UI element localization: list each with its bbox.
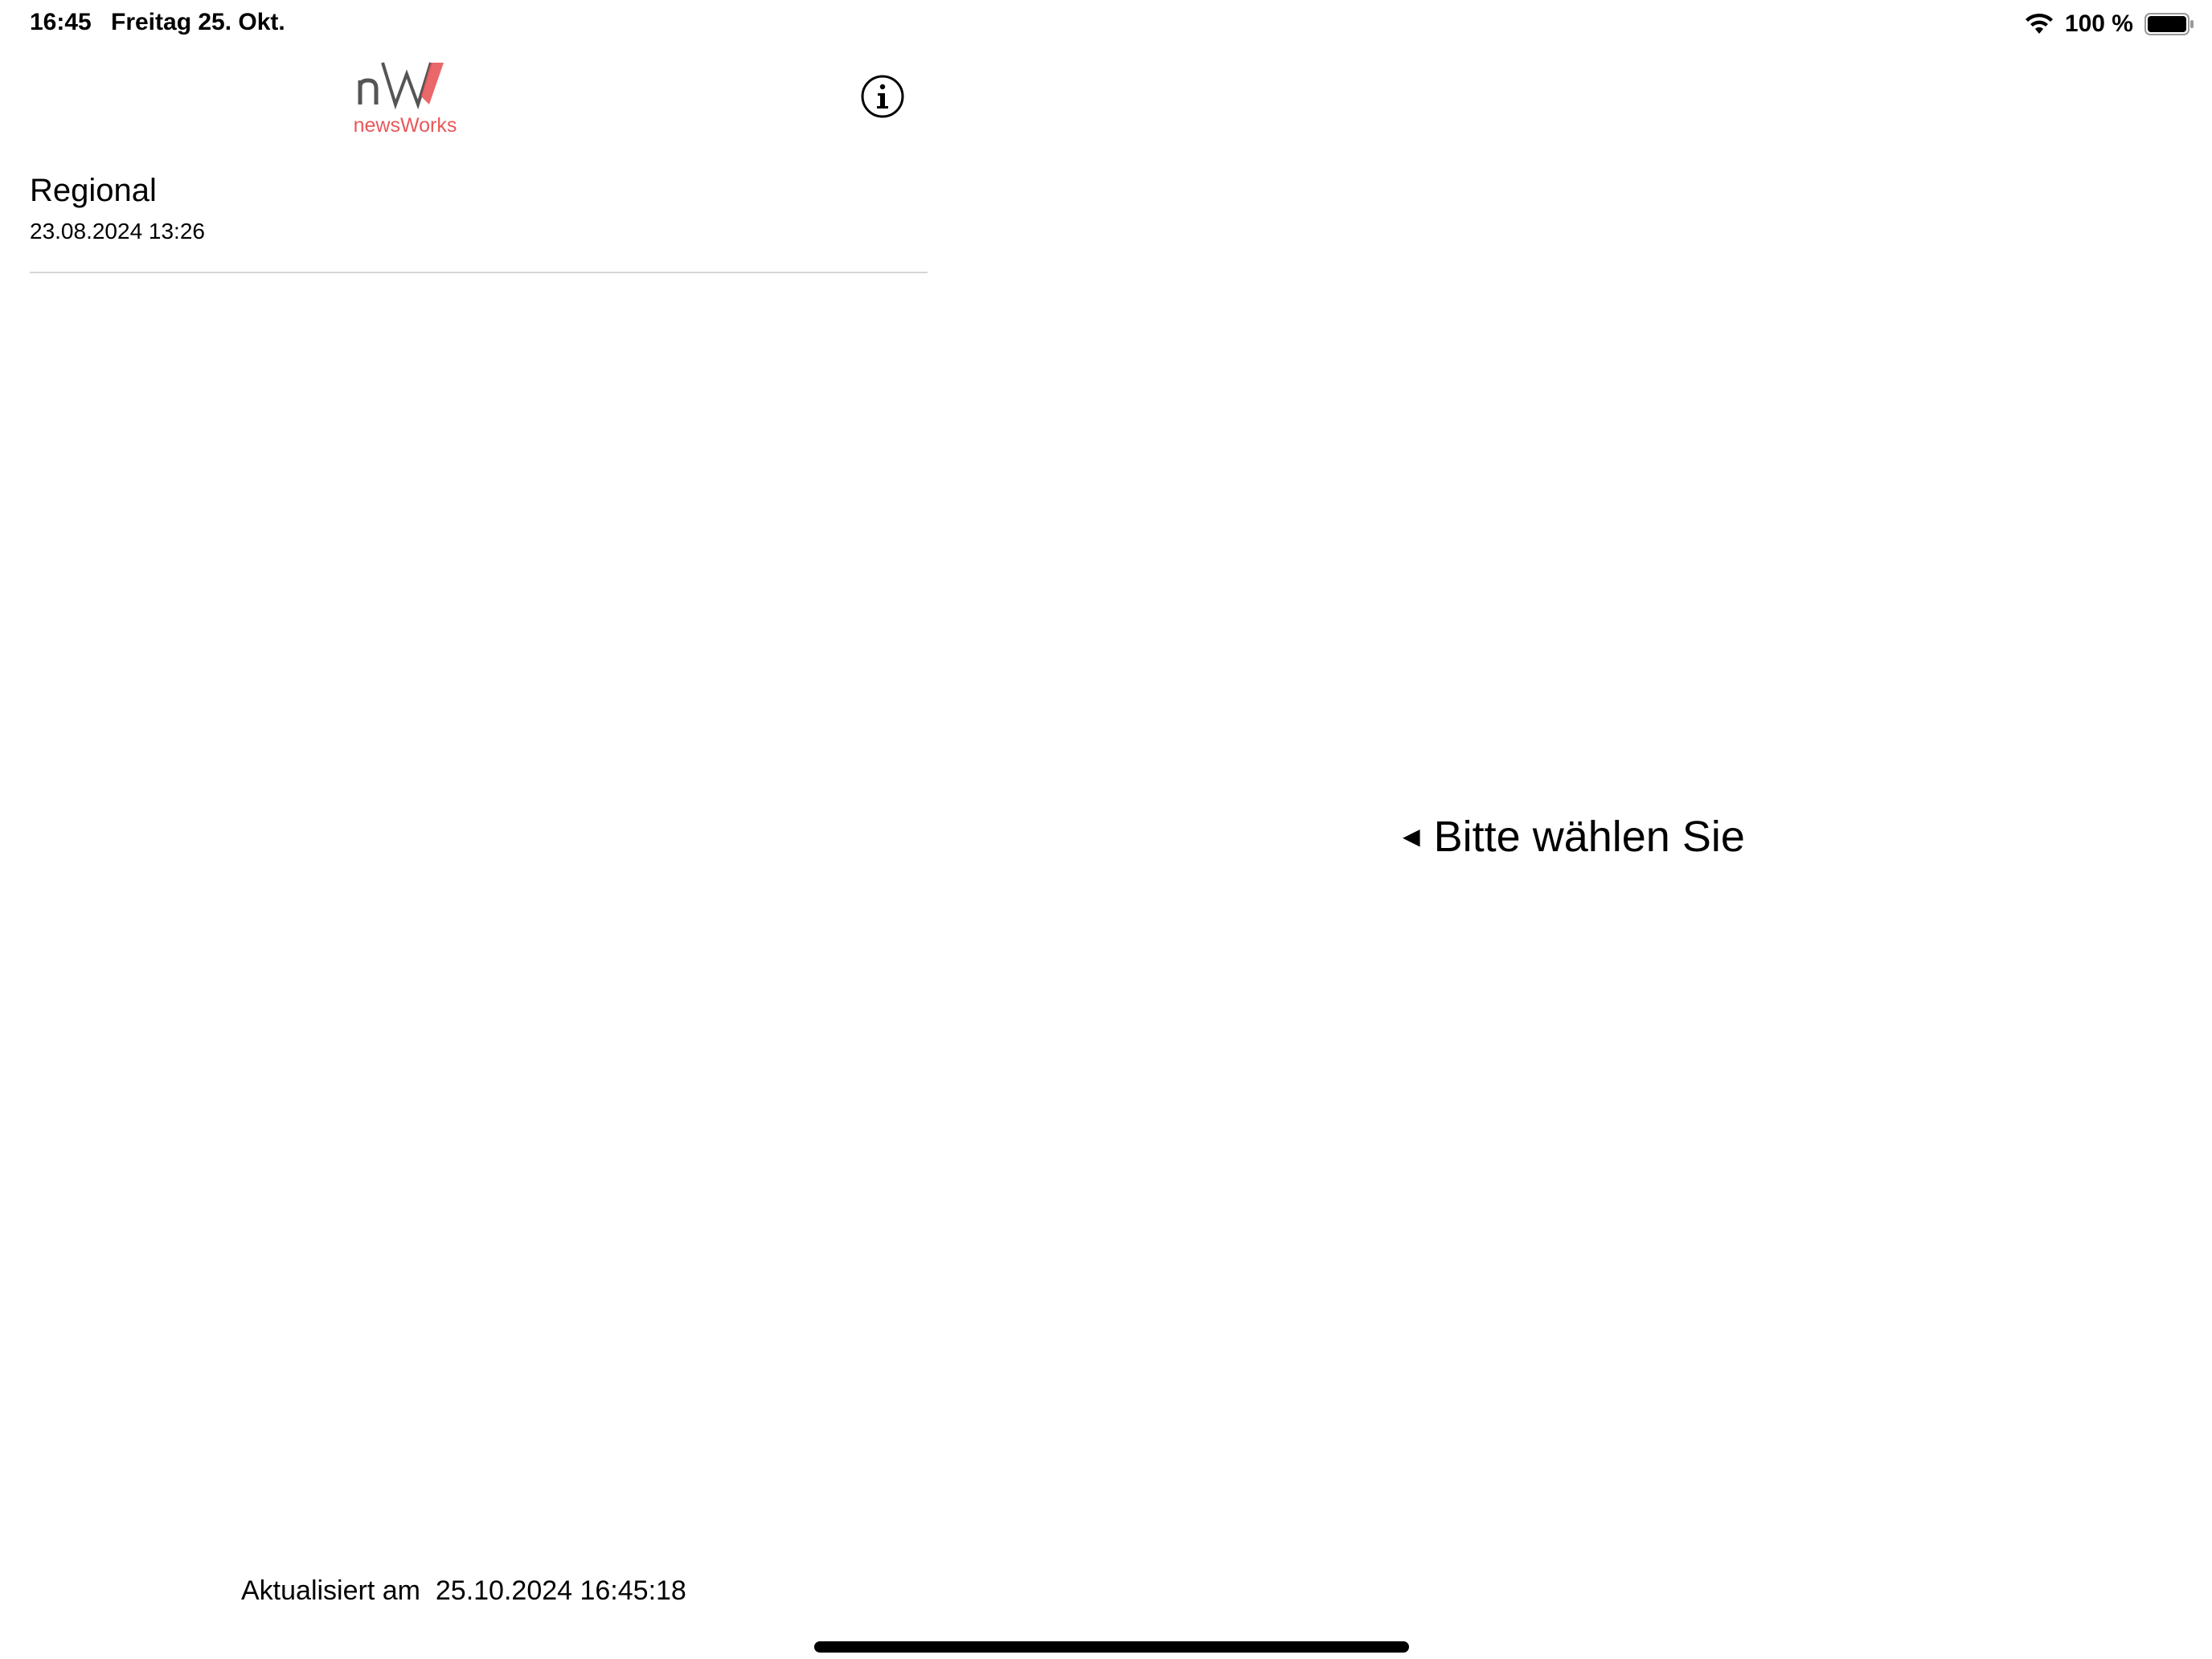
last-updated-value: 25.10.2024 16:45:18 xyxy=(435,1575,686,1606)
last-updated: Aktualisiert am 25.10.2024 16:45:18 xyxy=(241,1575,686,1607)
battery-icon xyxy=(2144,13,2194,35)
status-indicators: 100 % xyxy=(2025,8,2194,40)
master-panel: newsWorks Regional 23.08.2024 13:26 Aktu… xyxy=(0,0,928,1659)
logo-subtitle: newsWorks xyxy=(353,114,457,137)
list-item-date: 23.08.2024 13:26 xyxy=(30,219,205,244)
list-item[interactable]: Regional 23.08.2024 13:26 xyxy=(30,165,928,273)
wifi-icon xyxy=(2025,13,2053,34)
list-item-title: Regional xyxy=(30,173,157,208)
info-icon[interactable] xyxy=(860,74,905,119)
detail-placeholder: ◄ Bitte wählen Sie xyxy=(1397,812,1745,862)
feed-list: Regional 23.08.2024 13:26 xyxy=(30,165,928,273)
home-indicator[interactable] xyxy=(814,1641,1409,1653)
last-updated-label: Aktualisiert am xyxy=(241,1575,420,1606)
arrow-left-icon: ◄ xyxy=(1397,820,1426,853)
placeholder-text: Bitte wählen Sie xyxy=(1433,813,1745,861)
battery-percentage: 100 % xyxy=(2064,10,2133,37)
